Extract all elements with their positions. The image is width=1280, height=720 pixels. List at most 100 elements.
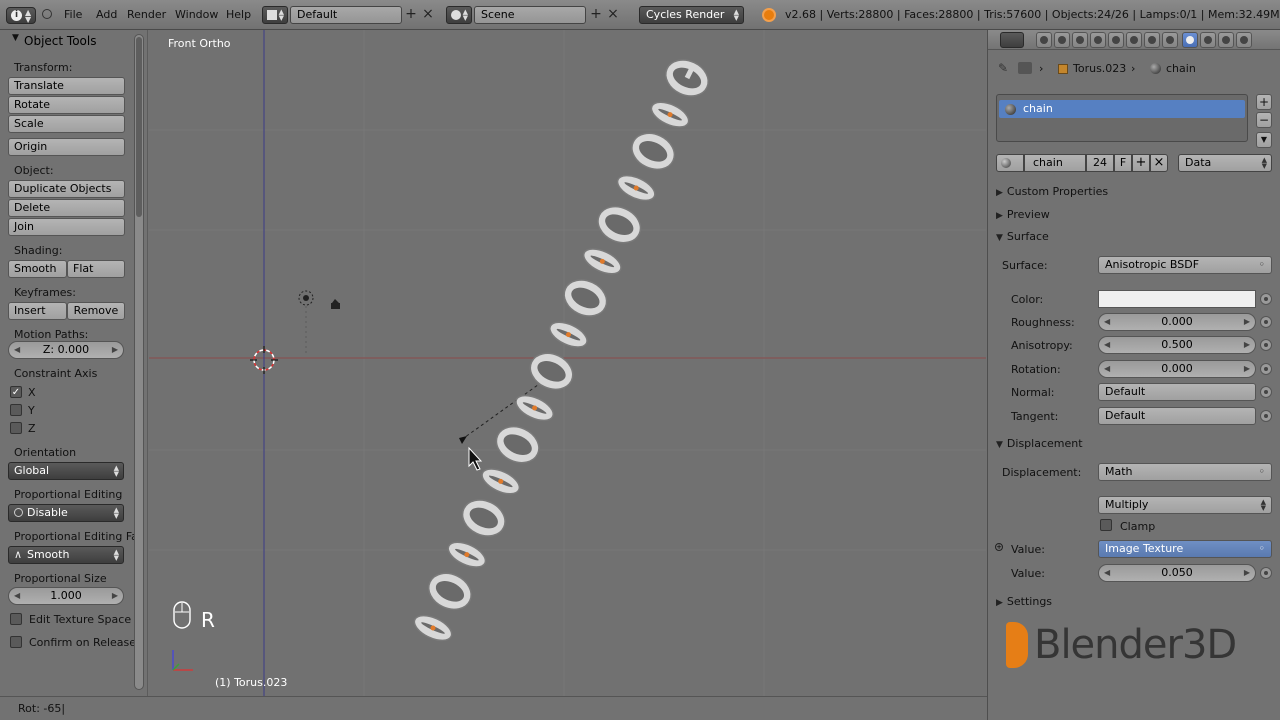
custom-properties-panel[interactable]: ▶ Custom Properties <box>996 185 1108 198</box>
collapse-menus-icon[interactable] <box>42 9 52 19</box>
scale-button[interactable]: Scale <box>8 115 125 133</box>
delete-button[interactable]: Delete <box>8 199 125 217</box>
normal-socket-icon[interactable] <box>1260 386 1272 398</box>
texture-tab[interactable] <box>1200 32 1216 48</box>
rotate-button[interactable]: Rotate <box>8 96 125 114</box>
roughness-socket-icon[interactable] <box>1260 316 1272 328</box>
scene-tab[interactable] <box>1072 32 1088 48</box>
add-scene-button[interactable]: + <box>589 7 603 23</box>
proportional-falloff-dropdown[interactable]: ∧ Smooth ▲ ▼ <box>8 546 124 564</box>
orientation-dropdown[interactable]: Global ▲ ▼ <box>8 462 124 480</box>
preview-panel[interactable]: ▶ Preview <box>996 208 1050 221</box>
anisotropy-field[interactable]: ◀ 0.500 ▶ <box>1098 336 1256 354</box>
particles-tab[interactable] <box>1218 32 1234 48</box>
tangent-socket-icon[interactable] <box>1260 410 1272 422</box>
editor-type-selector[interactable]: i ▲ ▼ <box>6 7 36 24</box>
tangent-input[interactable]: Default <box>1098 407 1256 425</box>
confirm-on-release-checkbox[interactable] <box>10 636 22 648</box>
delete-screen-button[interactable]: × <box>421 7 435 23</box>
material-name-field[interactable]: chain <box>1024 154 1086 172</box>
remove-material-slot-button[interactable]: − <box>1256 112 1272 128</box>
motion-path-z-field[interactable]: ◀ Z: 0.000 ▶ <box>8 341 124 359</box>
add-material-slot-button[interactable]: + <box>1256 94 1272 110</box>
material-tab[interactable] <box>1182 32 1198 48</box>
menu-render[interactable]: Render <box>127 8 166 21</box>
rotation-socket-icon[interactable] <box>1260 363 1272 375</box>
displacement-node-dropdown[interactable]: Math ◦ <box>1098 463 1272 481</box>
scrollbar-thumb[interactable] <box>136 37 142 217</box>
menu-add[interactable]: Add <box>96 8 117 21</box>
screen-layout-field[interactable]: Default <box>290 6 402 24</box>
render-layers-tab[interactable] <box>1054 32 1070 48</box>
link-origin-dot <box>667 112 673 118</box>
linked-input-icon[interactable]: + <box>995 543 1003 551</box>
value-1-linked-node[interactable]: Image Texture ◦ <box>1098 540 1272 558</box>
remove-keyframe-button[interactable]: Remove <box>67 302 125 320</box>
material-browse-button[interactable] <box>996 154 1024 172</box>
browse-context-icon[interactable] <box>1018 62 1032 74</box>
value-2-socket-icon[interactable] <box>1260 567 1272 579</box>
render-tab[interactable] <box>1036 32 1052 48</box>
menu-help[interactable]: Help <box>226 8 251 21</box>
duplicate-objects-button[interactable]: Duplicate Objects <box>8 180 125 198</box>
edit-texture-space-checkbox[interactable] <box>10 613 22 625</box>
color-socket-icon[interactable] <box>1260 293 1272 305</box>
proportional-editing-label: Proportional Editing <box>14 488 123 501</box>
pin-icon[interactable]: ✎ <box>998 62 1010 74</box>
world-tab[interactable] <box>1090 32 1106 48</box>
editor-type-selector[interactable] <box>1000 32 1024 48</box>
insert-keyframe-button[interactable]: Insert <box>8 302 67 320</box>
object-tools-panel-header[interactable]: ▼ Object Tools <box>0 32 134 50</box>
anisotropy-socket-icon[interactable] <box>1260 339 1272 351</box>
delete-scene-button[interactable]: × <box>606 7 620 23</box>
material-specials-button[interactable]: ▼ <box>1256 132 1272 148</box>
proportional-editing-dropdown[interactable]: Disable ▲ ▼ <box>8 504 124 522</box>
axis-x-checkbox[interactable]: ✓ <box>10 386 22 398</box>
rotation-field[interactable]: ◀ 0.000 ▶ <box>1098 360 1256 378</box>
color-swatch[interactable] <box>1098 290 1256 308</box>
modifiers-tab[interactable] <box>1144 32 1160 48</box>
clamp-checkbox[interactable] <box>1100 519 1112 531</box>
shade-smooth-button[interactable]: Smooth <box>8 260 67 278</box>
normal-input[interactable]: Default <box>1098 383 1256 401</box>
unlink-material-button[interactable]: × <box>1150 154 1168 172</box>
proportional-size-field[interactable]: ◀ 1.000 ▶ <box>8 587 124 605</box>
settings-panel[interactable]: ▶ Settings <box>996 595 1052 608</box>
surface-shader-dropdown[interactable]: Anisotropic BSDF ◦ <box>1098 256 1272 274</box>
screen-layout-browse[interactable]: ▲ ▼ <box>262 6 288 24</box>
translate-button[interactable]: Translate <box>8 77 125 95</box>
join-button[interactable]: Join <box>8 218 125 236</box>
add-screen-button[interactable]: + <box>404 7 418 23</box>
menu-window[interactable]: Window <box>175 8 218 21</box>
shade-flat-button[interactable]: Flat <box>67 260 125 278</box>
viewport-canvas <box>149 30 986 696</box>
material-users-count[interactable]: 24 <box>1086 154 1114 172</box>
object-tab[interactable] <box>1108 32 1124 48</box>
lamp-icon[interactable] <box>298 290 314 355</box>
value-2-field[interactable]: ◀ 0.050 ▶ <box>1098 564 1256 582</box>
new-material-button[interactable]: + <box>1132 154 1150 172</box>
origin-button[interactable]: Origin <box>8 138 125 156</box>
roughness-field[interactable]: ◀ 0.000 ▶ <box>1098 313 1256 331</box>
displacement-panel[interactable]: ▼ Displacement <box>996 437 1083 450</box>
material-link-dropdown[interactable]: Data ▲ ▼ <box>1178 154 1272 172</box>
socket-dot-icon: ◦ <box>1258 465 1266 478</box>
menu-file[interactable]: File <box>64 8 82 21</box>
scene-browse[interactable]: ▲ ▼ <box>446 6 472 24</box>
render-engine-dropdown[interactable]: Cycles Render ▲ ▼ <box>639 6 744 24</box>
constraints-tab[interactable] <box>1126 32 1142 48</box>
axis-y-checkbox[interactable] <box>10 404 22 416</box>
fake-user-button[interactable]: F <box>1114 154 1132 172</box>
scene-field[interactable]: Scene <box>474 6 586 24</box>
tool-shelf-scrollbar[interactable] <box>134 34 144 690</box>
physics-tab[interactable] <box>1236 32 1252 48</box>
data-tab[interactable] <box>1162 32 1178 48</box>
axis-z-checkbox[interactable] <box>10 422 22 434</box>
expanded-triangle-icon: ▼ <box>996 233 1003 243</box>
material-slot-item[interactable]: chain <box>999 100 1245 118</box>
math-operation-dropdown[interactable]: Multiply ▲ ▼ <box>1098 496 1272 514</box>
surface-panel[interactable]: ▼ Surface <box>996 230 1049 243</box>
chain-object[interactable] <box>411 53 714 645</box>
camera-icon[interactable] <box>331 299 340 309</box>
3d-viewport[interactable]: Front Ortho R (1) Torus.023 <box>149 30 986 696</box>
